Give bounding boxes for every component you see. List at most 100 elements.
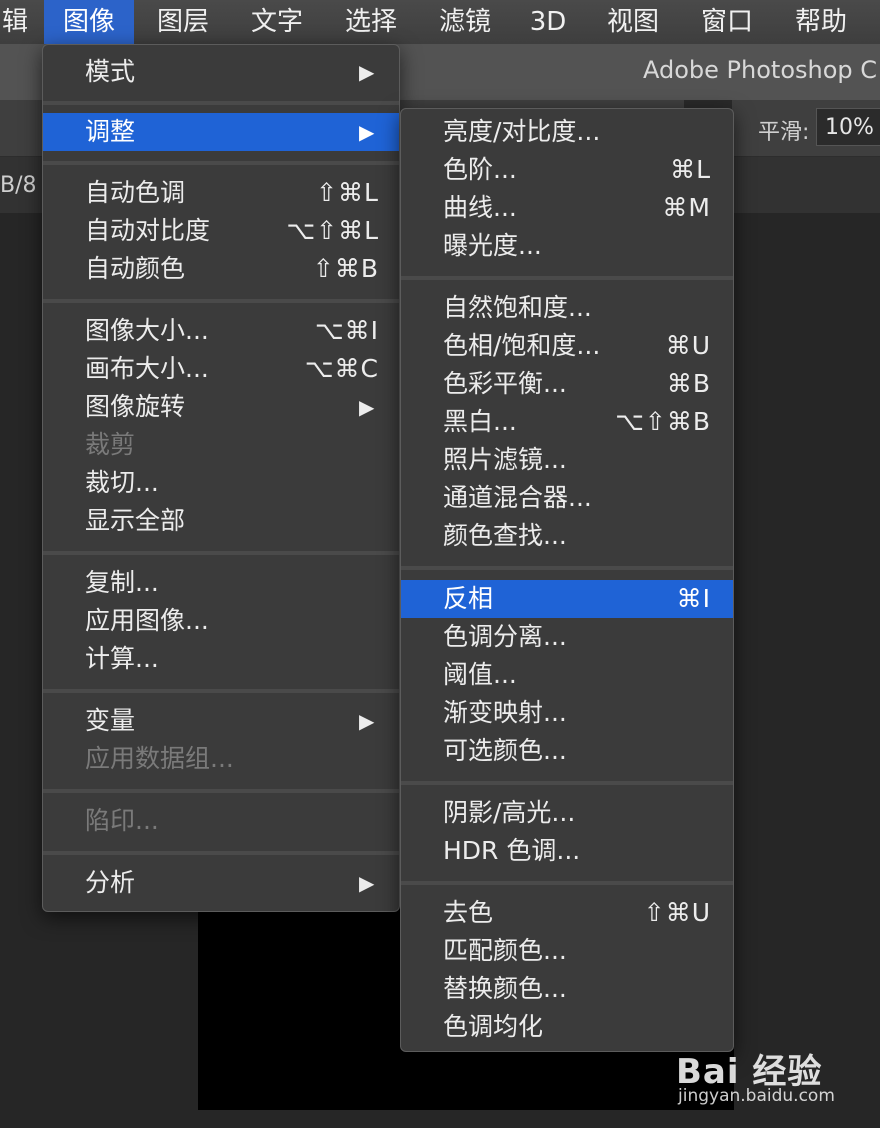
menu-item-label: 匹配颜色... <box>443 936 567 965</box>
separator <box>401 781 733 785</box>
menu-item-shortcut: ⇧⌘L <box>316 178 379 207</box>
menu-item-label: 复制... <box>85 568 159 597</box>
menu-item-auto-tone[interactable]: 自动色调 ⇧⌘L <box>43 174 399 212</box>
menu-bar: 辑 图像 图层 文字 选择 滤镜 3D 视图 窗口 帮助 <box>0 0 880 44</box>
menu-item-duplicate[interactable]: 复制... <box>43 564 399 602</box>
menu-item-label: 自动色调 <box>85 178 186 207</box>
menu-select[interactable]: 选择 <box>328 0 414 44</box>
menu-window[interactable]: 窗口 <box>684 0 770 44</box>
menu-item-label: 色相/饱和度... <box>443 331 601 360</box>
menu-item-auto-contrast[interactable]: 自动对比度 ⌥⇧⌘L <box>43 212 399 250</box>
submenu-arrow-icon: ▶ <box>359 60 375 84</box>
menu-item-label: 色调分离... <box>443 622 567 651</box>
menu-item-reveal-all[interactable]: 显示全部 <box>43 502 399 540</box>
menu-item-label: 反相 <box>443 584 494 613</box>
menu-item-channel-mixer[interactable]: 通道混合器... <box>401 479 733 517</box>
menu-item-black-white[interactable]: 黑白... ⌥⇧⌘B <box>401 403 733 441</box>
menu-item-label: 可选颜色... <box>443 736 567 765</box>
menu-item-invert[interactable]: 反相 ⌘I <box>401 580 733 618</box>
menu-item-label: 图像大小... <box>85 316 209 345</box>
separator <box>401 566 733 570</box>
app-title: Adobe Photoshop C <box>643 56 878 84</box>
menu-item-label: 裁剪 <box>85 430 136 459</box>
menu-item-shortcut: ⌥⌘I <box>314 316 379 345</box>
menu-item-variables[interactable]: 变量 ▶ <box>43 702 399 740</box>
menu-view[interactable]: 视图 <box>590 0 676 44</box>
menu-item-exposure[interactable]: 曝光度... <box>401 227 733 265</box>
menu-item-shortcut: ⌥⇧⌘L <box>286 216 379 245</box>
menu-item-curves[interactable]: 曲线... ⌘M <box>401 189 733 227</box>
menu-item-hdr-toning[interactable]: HDR 色调... <box>401 832 733 870</box>
menu-item-trap: 陷印... <box>43 802 399 840</box>
smoothing-input[interactable]: 10% <box>816 108 880 146</box>
menu-item-adjustments[interactable]: 调整 ▶ <box>43 113 399 151</box>
menu-item-match-color[interactable]: 匹配颜色... <box>401 932 733 970</box>
menu-item-trim[interactable]: 裁切... <box>43 464 399 502</box>
submenu-arrow-icon: ▶ <box>359 871 375 895</box>
menu-3d[interactable]: 3D <box>516 0 580 44</box>
menu-item-gradient-map[interactable]: 渐变映射... <box>401 694 733 732</box>
menu-item-shortcut: ⌘I <box>676 584 711 613</box>
separator <box>43 161 399 165</box>
menu-item-shadows-highlights[interactable]: 阴影/高光... <box>401 794 733 832</box>
menu-item-label: 阴影/高光... <box>443 798 576 827</box>
separator <box>401 276 733 280</box>
menu-item-label: 应用图像... <box>85 606 209 635</box>
menu-item-label: 画布大小... <box>85 354 209 383</box>
image-menu: 模式 ▶ 调整 ▶ 自动色调 ⇧⌘L 自动对比度 ⌥⇧⌘L 自动颜色 ⇧⌘B 图… <box>42 44 400 912</box>
menu-item-label: 通道混合器... <box>443 483 592 512</box>
menu-image[interactable]: 图像 <box>44 0 134 44</box>
baidu-jingyan-watermark: Bai 经验 jingyan.baidu.com <box>676 1034 876 1114</box>
menu-item-hue-saturation[interactable]: 色相/饱和度... ⌘U <box>401 327 733 365</box>
menu-item-label: 裁切... <box>85 468 159 497</box>
menu-item-label: 阈值... <box>443 660 517 689</box>
menu-item-calculations[interactable]: 计算... <box>43 640 399 678</box>
menu-edit[interactable]: 辑 <box>0 0 30 44</box>
menu-item-image-rotation[interactable]: 图像旋转 ▶ <box>43 388 399 426</box>
menu-item-photo-filter[interactable]: 照片滤镜... <box>401 441 733 479</box>
menu-item-levels[interactable]: 色阶... ⌘L <box>401 151 733 189</box>
separator <box>43 851 399 855</box>
menu-item-auto-color[interactable]: 自动颜色 ⇧⌘B <box>43 250 399 288</box>
menu-item-apply-image[interactable]: 应用图像... <box>43 602 399 640</box>
menu-item-label: 照片滤镜... <box>443 445 567 474</box>
menu-filter[interactable]: 滤镜 <box>422 0 508 44</box>
separator <box>43 789 399 793</box>
menu-item-label: 图像旋转 <box>85 392 186 421</box>
menu-type[interactable]: 文字 <box>234 0 320 44</box>
menu-layer[interactable]: 图层 <box>140 0 226 44</box>
menu-item-desaturate[interactable]: 去色 ⇧⌘U <box>401 894 733 932</box>
menu-item-shortcut: ⇧⌘U <box>643 898 711 927</box>
menu-item-label: 陷印... <box>85 806 159 835</box>
menu-item-label: 调整 <box>85 117 136 146</box>
menu-item-posterize[interactable]: 色调分离... <box>401 618 733 656</box>
menu-item-vibrance[interactable]: 自然饱和度... <box>401 289 733 327</box>
menu-item-shortcut: ⌥⇧⌘B <box>615 407 711 436</box>
menu-item-color-balance[interactable]: 色彩平衡... ⌘B <box>401 365 733 403</box>
menu-item-brightness-contrast[interactable]: 亮度/对比度... <box>401 113 733 151</box>
menu-item-mode[interactable]: 模式 ▶ <box>43 53 399 91</box>
menu-item-selective-color[interactable]: 可选颜色... <box>401 732 733 770</box>
menu-item-label: 色阶... <box>443 155 517 184</box>
menu-item-label: 自动对比度 <box>85 216 211 245</box>
menu-item-canvas-size[interactable]: 画布大小... ⌥⌘C <box>43 350 399 388</box>
menu-item-analysis[interactable]: 分析 ▶ <box>43 864 399 902</box>
menu-item-image-size[interactable]: 图像大小... ⌥⌘I <box>43 312 399 350</box>
separator <box>43 101 399 105</box>
menu-item-label: 曝光度... <box>443 231 542 260</box>
menu-help[interactable]: 帮助 <box>778 0 864 44</box>
smoothing-label: 平滑: <box>758 120 810 145</box>
menu-item-replace-color[interactable]: 替换颜色... <box>401 970 733 1008</box>
menu-item-color-lookup[interactable]: 颜色查找... <box>401 517 733 555</box>
menu-item-apply-data-set: 应用数据组... <box>43 740 399 778</box>
menu-item-label: 色彩平衡... <box>443 369 567 398</box>
menu-item-threshold[interactable]: 阈值... <box>401 656 733 694</box>
menu-item-label: 应用数据组... <box>85 744 234 773</box>
submenu-arrow-icon: ▶ <box>359 395 375 419</box>
menu-item-label: 分析 <box>85 868 136 897</box>
menu-item-shortcut: ⌘M <box>662 193 711 222</box>
menu-item-label: 模式 <box>85 57 136 86</box>
menu-item-crop: 裁剪 <box>43 426 399 464</box>
document-tab[interactable]: B/8 <box>0 173 37 198</box>
menu-item-label: 显示全部 <box>85 506 186 535</box>
